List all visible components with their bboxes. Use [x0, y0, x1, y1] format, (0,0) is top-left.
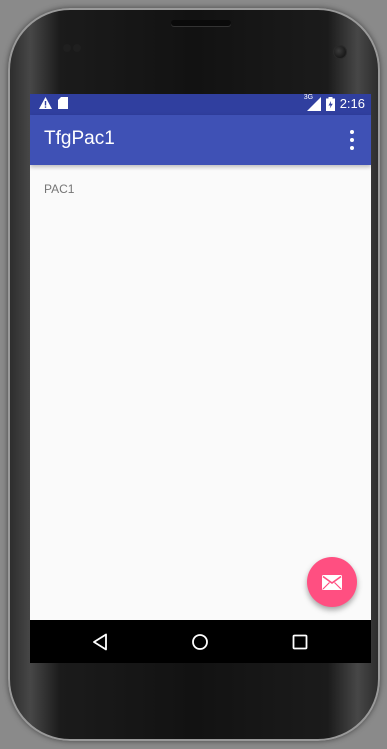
back-icon[interactable]: [88, 630, 112, 654]
home-icon[interactable]: [188, 630, 212, 654]
sd-card-icon: [58, 97, 68, 109]
warning-icon: [39, 97, 52, 109]
status-bar: 3G 2:16: [30, 94, 371, 115]
status-notifications: [39, 97, 68, 109]
recents-icon[interactable]: [288, 630, 312, 654]
network-type-label: 3G: [303, 94, 314, 101]
mail-fab-button[interactable]: [307, 557, 357, 607]
mail-icon: [322, 574, 342, 590]
signal-icon: 3G: [303, 94, 321, 111]
earpiece-speaker: [171, 20, 231, 26]
battery-icon: [325, 96, 335, 111]
status-system: 3G 2:16: [303, 94, 365, 111]
light-sensor: [73, 44, 81, 52]
navigation-bar: [30, 620, 371, 663]
status-clock: 2:16: [339, 96, 365, 111]
app-bar: TfgPac1: [30, 115, 371, 165]
device-screen: 3G 2:16 TfgPac1 PAC1: [30, 94, 371, 663]
overflow-menu-icon[interactable]: [347, 130, 357, 150]
app-title: TfgPac1: [44, 128, 115, 149]
proximity-sensor: [63, 44, 71, 52]
front-camera: [334, 46, 346, 58]
content-label: PAC1: [44, 182, 75, 196]
